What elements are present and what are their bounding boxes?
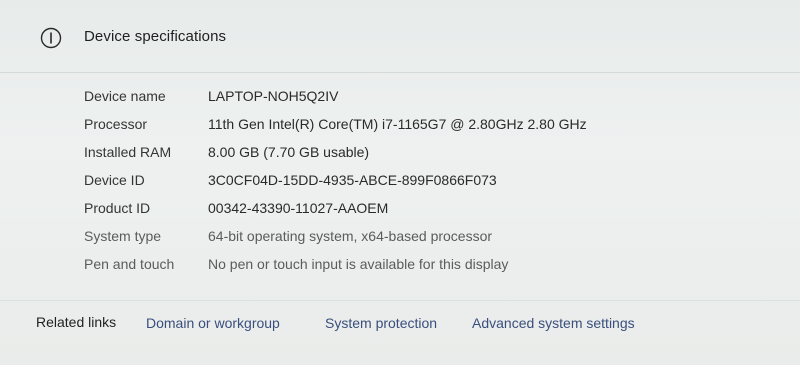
spec-label: System type	[84, 228, 162, 244]
spec-row-device-name: Device name LAPTOP-NOH5Q2IV	[0, 84, 800, 112]
section-header: Device specifications	[0, 0, 800, 73]
system-protection-link[interactable]: System protection	[325, 315, 437, 331]
spec-value[interactable]: 11th Gen Intel(R) Core(TM) i7-1165G7 @ 2…	[208, 116, 587, 132]
spec-value[interactable]: 64-bit operating system, x64-based proce…	[208, 228, 492, 244]
spec-value[interactable]: 8.00 GB (7.70 GB usable)	[208, 144, 369, 160]
spec-row-pen-and-touch: Pen and touch No pen or touch input is a…	[0, 252, 800, 280]
related-links-title: Related links	[36, 314, 117, 330]
related-links-bar: Related links Domain or workgroup System…	[0, 300, 800, 341]
spec-label: Product ID	[84, 200, 151, 216]
spec-value[interactable]: 3C0CF04D-15DD-4935-ABCE-899F0866F073	[208, 172, 497, 188]
spec-row-device-id: Device ID 3C0CF04D-15DD-4935-ABCE-899F08…	[0, 168, 800, 196]
spec-value[interactable]: 00342-43390-11027-AAOEM	[208, 200, 388, 216]
spec-label: Pen and touch	[84, 256, 175, 272]
section-title: Device specifications	[84, 28, 227, 45]
spec-row-processor: Processor 11th Gen Intel(R) Core(TM) i7-…	[0, 112, 800, 140]
spec-label: Installed RAM	[84, 144, 172, 160]
spec-label: Processor	[84, 116, 148, 132]
spec-label: Device name	[84, 88, 166, 104]
advanced-system-settings-link[interactable]: Advanced system settings	[472, 315, 635, 331]
spec-value[interactable]: LAPTOP-NOH5Q2IV	[208, 88, 338, 104]
spec-value[interactable]: No pen or touch input is available for t…	[208, 256, 508, 272]
spec-label: Device ID	[84, 172, 145, 188]
info-icon	[40, 27, 62, 49]
spec-row-installed-ram: Installed RAM 8.00 GB (7.70 GB usable)	[0, 140, 800, 168]
spec-row-system-type: System type 64-bit operating system, x64…	[0, 224, 800, 252]
settings-page: Device specifications Device name LAPTOP…	[0, 0, 800, 365]
device-specs-list: Device name LAPTOP-NOH5Q2IV Processor 11…	[0, 84, 800, 280]
spec-row-product-id: Product ID 00342-43390-11027-AAOEM	[0, 196, 800, 224]
domain-or-workgroup-link[interactable]: Domain or workgroup	[146, 315, 280, 331]
